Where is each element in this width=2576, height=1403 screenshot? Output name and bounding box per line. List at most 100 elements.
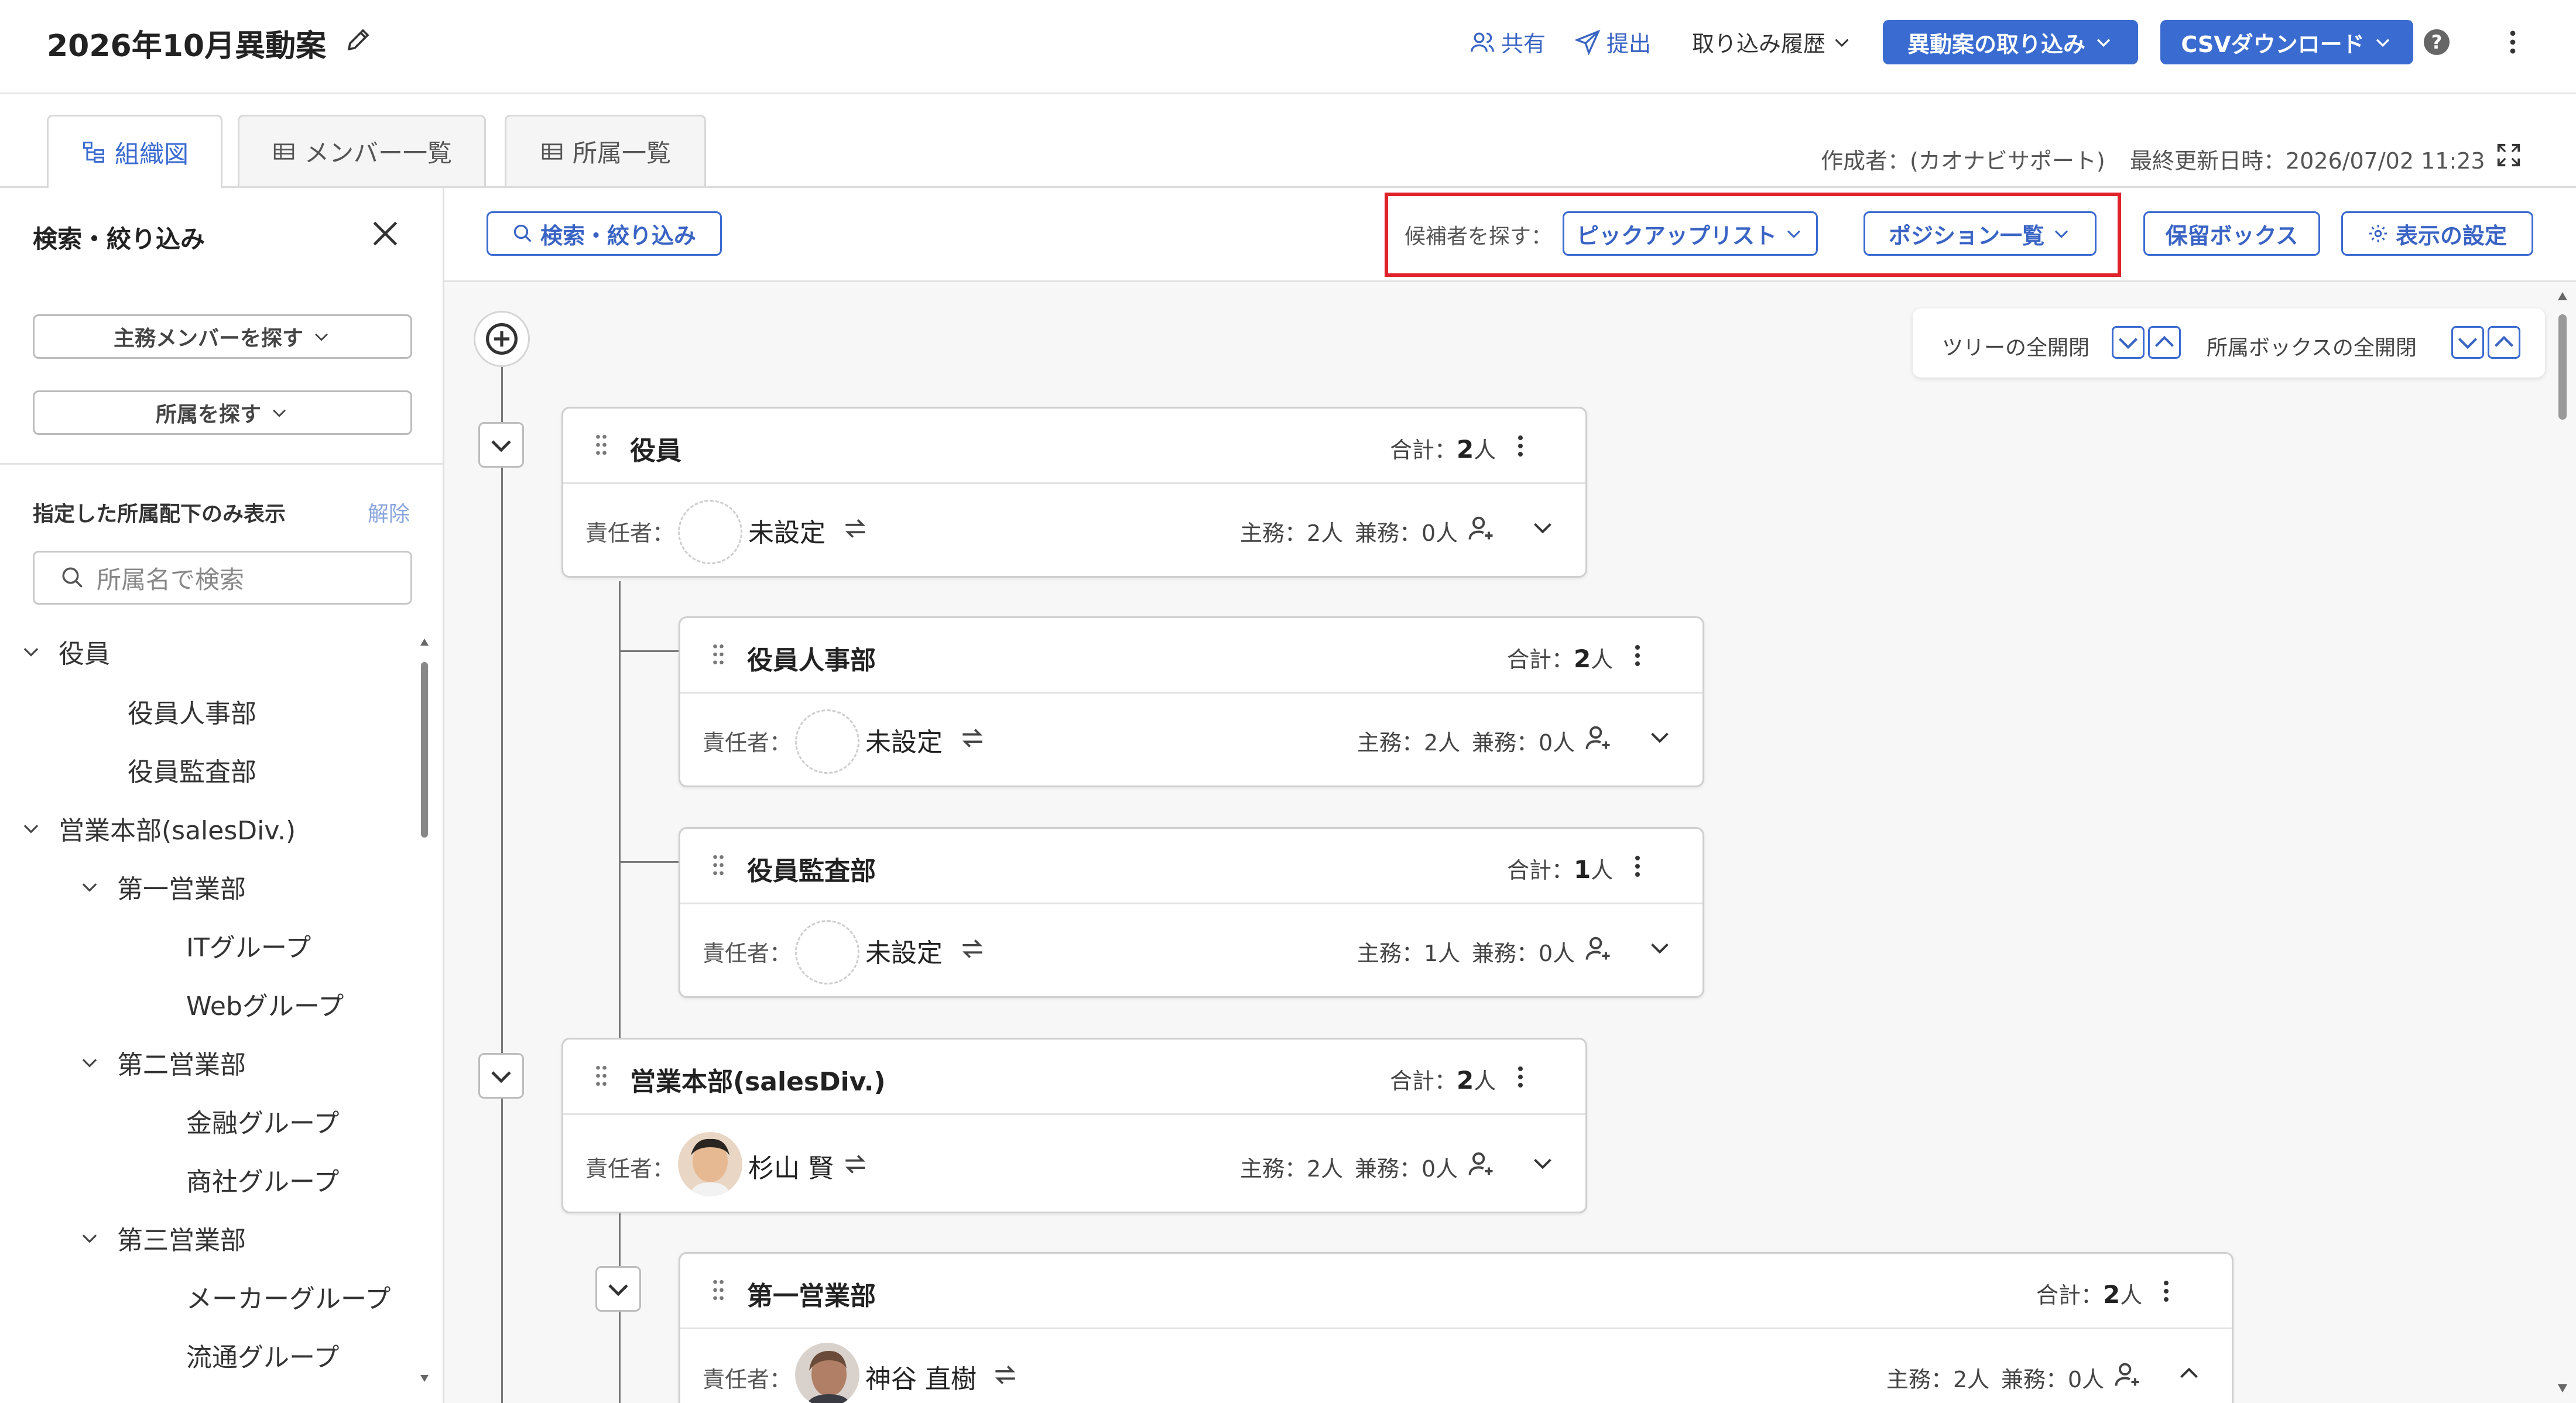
drag-handle-icon[interactable] — [710, 1277, 727, 1303]
tree-item-it-group[interactable]: ITグループ — [186, 927, 311, 964]
tree-item-web-group[interactable]: Webグループ — [186, 985, 344, 1023]
search-icon — [62, 567, 83, 588]
tree-item-yakuin[interactable]: 役員 — [20, 633, 110, 670]
tree-item-sales-2[interactable]: 第二営業部 — [78, 1044, 246, 1081]
dept-search-input[interactable]: 所属名で検索 — [33, 551, 412, 605]
tree-item-yakuin-kansa[interactable]: 役員監査部 — [128, 751, 256, 788]
add-member-icon[interactable] — [1583, 722, 1614, 753]
chevron-up-icon[interactable] — [2176, 1360, 2202, 1387]
tree-expand-all-button[interactable] — [2112, 326, 2145, 359]
drag-handle-icon[interactable] — [710, 642, 727, 667]
card-menu-icon[interactable] — [1633, 642, 1642, 670]
dept-card[interactable]: 第一営業部 合計：2人 責任者： 神谷 直樹 主務：2人 兼務：0人 — [679, 1252, 2234, 1403]
gear-icon — [2369, 225, 2387, 242]
add-member-icon[interactable] — [1583, 933, 1614, 963]
card-menu-icon[interactable] — [1516, 1063, 1525, 1091]
help-icon[interactable]: ? — [2424, 29, 2450, 55]
display-settings-button[interactable]: 表示の設定 — [2341, 211, 2533, 256]
chevron-down-icon[interactable] — [20, 640, 42, 663]
drag-handle-icon[interactable] — [592, 432, 610, 458]
tab-member-list[interactable]: メンバー一覧 — [238, 115, 486, 186]
swap-icon[interactable] — [958, 723, 987, 753]
total-unit: 人 — [1474, 437, 1496, 463]
tree-collapse-all-button[interactable] — [2148, 326, 2181, 359]
import-plan-button[interactable]: 異動案の取り込み — [1883, 20, 2138, 64]
dept-total: 合計：2人 — [2036, 1277, 2142, 1309]
collapse-node-toggle[interactable] — [595, 1266, 641, 1312]
tree-item-label: ITグループ — [186, 933, 311, 963]
swap-icon[interactable] — [841, 514, 870, 543]
tree-item-trading-group[interactable]: 商社グループ — [186, 1161, 339, 1198]
add-dept-button[interactable] — [474, 311, 530, 367]
collapse-node-toggle[interactable] — [478, 422, 524, 468]
find-main-member-button[interactable]: 主務メンバーを探す — [33, 314, 412, 359]
tab-dept-list[interactable]: 所属一覧 — [505, 115, 706, 186]
chevron-down-icon[interactable] — [78, 876, 101, 898]
tab-org-chart[interactable]: 組織図 — [47, 115, 222, 188]
tree-item-finance-group[interactable]: 金融グループ — [186, 1102, 339, 1140]
tree-connector — [619, 650, 679, 652]
csv-download-label: CSVダウンロード — [2181, 31, 2365, 57]
responsible-label: 責任者： — [703, 730, 792, 756]
hold-box-button[interactable]: 保留ボックス — [2143, 211, 2320, 256]
search-filter-button[interactable]: 検索・絞り込み — [487, 211, 722, 256]
chevron-down-icon[interactable] — [20, 817, 42, 839]
import-history-dropdown[interactable]: 取り込み履歴 — [1692, 26, 1852, 58]
tab-bar: 組織図 メンバー一覧 所属一覧 作成者：(カオナビサポート) 最終更新日時：20… — [0, 92, 2576, 188]
pickup-list-button[interactable]: ピックアップリスト — [1563, 211, 1818, 256]
add-member-icon[interactable] — [1466, 1148, 1496, 1179]
tree-item-sales-3[interactable]: 第三営業部 — [78, 1219, 246, 1257]
add-member-icon[interactable] — [1466, 513, 1496, 543]
chevron-down-icon[interactable] — [1529, 514, 1556, 541]
dept-card[interactable]: 営業本部(salesDiv.) 合計：2人 責任者： 杉山 賢 主務：2人 兼務… — [561, 1038, 1587, 1213]
more-menu-icon[interactable] — [2500, 27, 2526, 57]
dept-total: 合計：1人 — [1507, 852, 1613, 884]
swap-icon[interactable] — [841, 1150, 870, 1179]
card-menu-icon[interactable] — [2161, 1277, 2171, 1305]
chevron-down-icon[interactable] — [78, 1227, 101, 1249]
edit-title-icon[interactable] — [344, 26, 372, 54]
card-menu-icon[interactable] — [1633, 852, 1642, 880]
main-count: 主務：2人 — [1357, 730, 1461, 756]
dept-card-header: 役員 合計：2人 — [563, 409, 1585, 484]
chevron-down-icon[interactable] — [1646, 934, 1673, 961]
dept-card[interactable]: 役員監査部 合計：1人 責任者： 未設定 主務：1人 兼務：0人 — [679, 827, 1704, 998]
chevron-down-icon — [1835, 38, 1849, 47]
dept-card[interactable]: 役員人事部 合計：2人 責任者： 未設定 主務：2人 兼務：0人 — [679, 616, 1704, 787]
clear-filter-link[interactable]: 解除 — [368, 497, 410, 527]
dept-card[interactable]: 役員 合計：2人 責任者： 未設定 主務：2人 兼務：0人 — [561, 407, 1587, 578]
tree-item-yakuin-jinji[interactable]: 役員人事部 — [128, 692, 256, 730]
submit-link[interactable]: 提出 — [1575, 26, 1651, 58]
drag-handle-icon[interactable] — [592, 1063, 610, 1089]
chevron-down-icon — [2118, 338, 2138, 349]
send-icon — [1575, 29, 1601, 55]
add-member-icon[interactable] — [2112, 1359, 2143, 1390]
swap-icon[interactable] — [991, 1360, 1020, 1390]
csv-download-button[interactable]: CSVダウンロード — [2160, 20, 2413, 64]
collapse-node-toggle[interactable] — [478, 1053, 524, 1099]
tree-item-sales-div[interactable]: 営業本部(salesDiv.) — [20, 809, 296, 847]
position-list-button[interactable]: ポジション一覧 — [1864, 211, 2097, 256]
card-menu-icon[interactable] — [1516, 432, 1525, 460]
chevron-down-icon[interactable] — [1646, 723, 1673, 750]
box-collapse-all-button[interactable] — [2488, 326, 2520, 359]
chevron-down-icon — [608, 1284, 628, 1296]
sidebar-scrollbar[interactable] — [417, 633, 432, 1388]
share-link[interactable]: 共有 — [1469, 26, 1546, 58]
swap-icon[interactable] — [958, 934, 987, 963]
chevron-down-icon[interactable] — [78, 1051, 101, 1073]
tree-item-distribution-group[interactable]: 流通グループ — [186, 1336, 339, 1374]
page-title: 2026年10月異動案 — [47, 29, 327, 64]
drag-handle-icon[interactable] — [710, 852, 727, 878]
tree-item-sales-1[interactable]: 第一営業部 — [78, 868, 246, 905]
box-expand-all-button[interactable] — [2451, 326, 2484, 359]
canvas-scrollbar[interactable] — [2552, 282, 2573, 1403]
dept-total: 合計：2人 — [1507, 642, 1613, 674]
responsible-name: 未設定 — [865, 938, 943, 968]
sub-count: 兼務：0人 — [2001, 1367, 2105, 1392]
chevron-down-icon[interactable] — [1529, 1150, 1556, 1176]
find-dept-button[interactable]: 所属を探す — [33, 390, 412, 435]
tree-item-maker-group[interactable]: メーカーグループ — [186, 1278, 390, 1315]
fullscreen-icon[interactable] — [2495, 142, 2522, 169]
close-icon[interactable] — [369, 217, 402, 250]
